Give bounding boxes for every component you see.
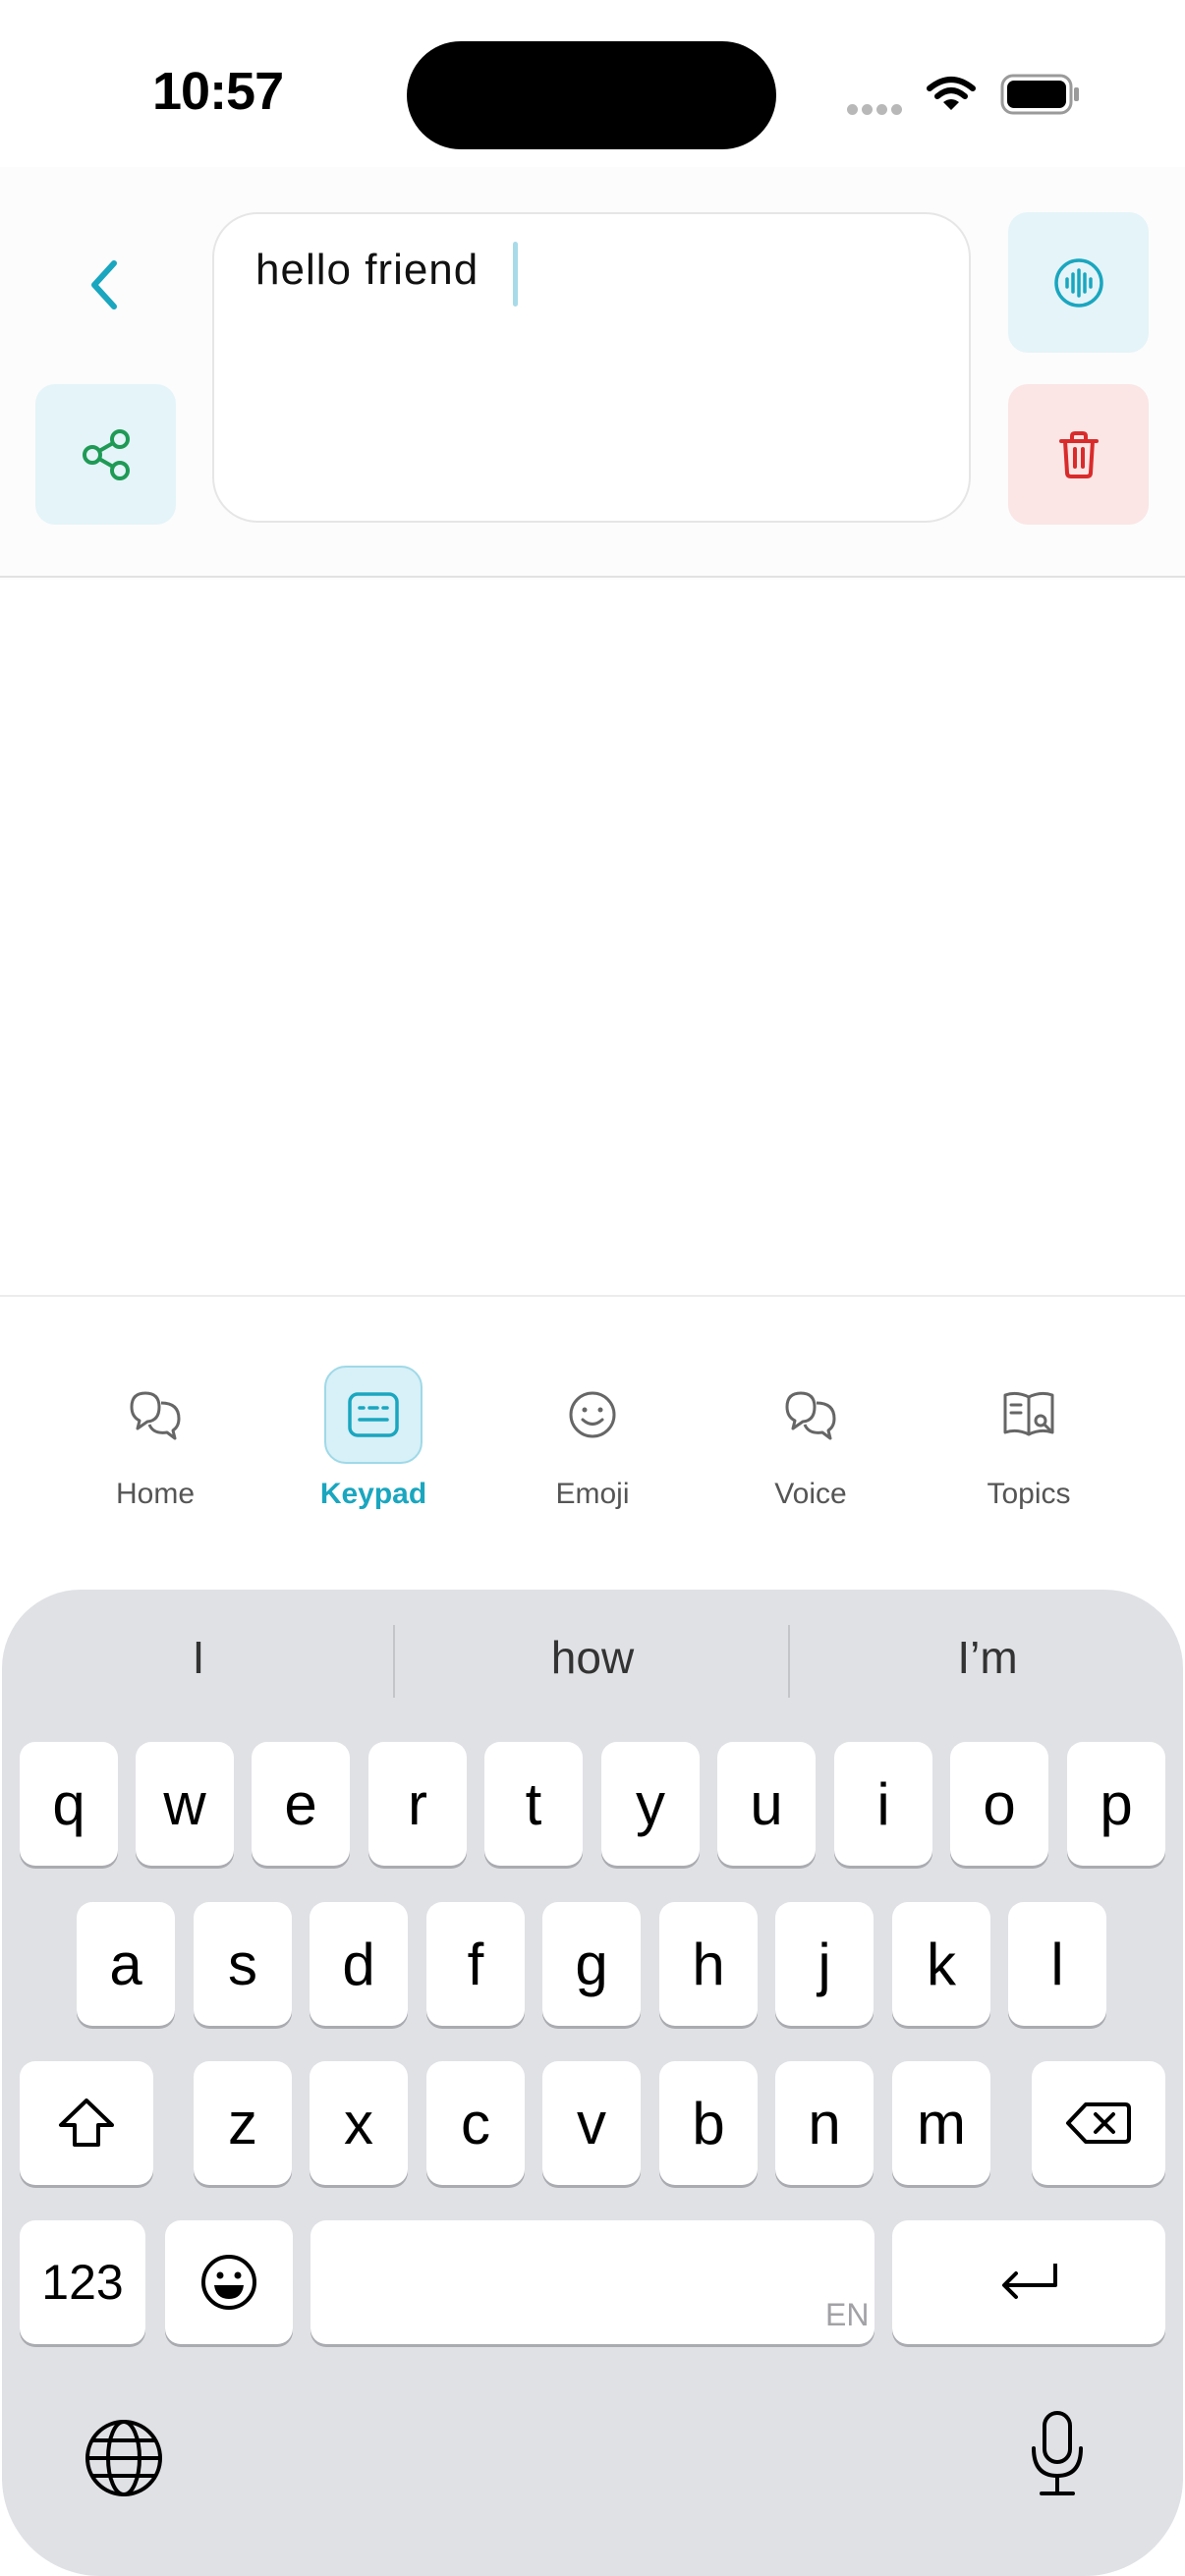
key-v[interactable]: v <box>542 2061 641 2185</box>
key-s[interactable]: s <box>194 1902 292 2026</box>
share-button[interactable] <box>35 384 176 525</box>
nav-voice[interactable]: Voice <box>722 1366 899 1511</box>
key-r[interactable]: r <box>368 1742 467 1866</box>
key-t[interactable]: t <box>484 1742 583 1866</box>
book-search-icon <box>980 1366 1078 1464</box>
key-d[interactable]: d <box>310 1902 408 2026</box>
backspace-icon <box>1066 2102 1131 2144</box>
key-l[interactable]: l <box>1008 1902 1106 2026</box>
language-indicator: EN <box>825 2297 870 2332</box>
content-divider <box>0 1295 1185 1297</box>
nav-home[interactable]: Home <box>67 1366 244 1511</box>
suggestion-2[interactable]: how <box>396 1631 789 1684</box>
key-u[interactable]: u <box>717 1742 816 1866</box>
key-w[interactable]: w <box>136 1742 234 1866</box>
wifi-icon <box>927 77 976 110</box>
space-key[interactable] <box>310 2220 875 2344</box>
shift-arrow-icon <box>59 2099 114 2147</box>
cellular-signal-icon <box>847 102 906 120</box>
key-i[interactable]: i <box>834 1742 932 1866</box>
nav-emoji-label: Emoji <box>555 1478 630 1510</box>
key-a[interactable]: a <box>77 1902 175 2026</box>
suggestion-3[interactable]: I’m <box>791 1631 1184 1684</box>
delete-button[interactable] <box>1008 384 1149 525</box>
key-b[interactable]: b <box>659 2061 758 2185</box>
key-m[interactable]: m <box>892 2061 990 2185</box>
key-y[interactable]: y <box>601 1742 700 1866</box>
suggestion-separator <box>788 1625 790 1698</box>
suggestion-separator <box>393 1625 395 1698</box>
dynamic-island <box>407 41 776 149</box>
emoji-key[interactable] <box>165 2220 293 2344</box>
key-g[interactable]: g <box>542 1902 641 2026</box>
key-x[interactable]: x <box>310 2061 408 2185</box>
microphone-icon[interactable] <box>1028 2409 1087 2499</box>
nav-topics[interactable]: Topics <box>940 1366 1117 1511</box>
key-n[interactable]: n <box>775 2061 874 2185</box>
trash-icon <box>1058 430 1099 478</box>
nav-emoji[interactable]: Emoji <box>504 1366 681 1511</box>
key-q[interactable]: q <box>20 1742 118 1866</box>
smiley-icon <box>543 1366 642 1464</box>
share-icon <box>82 428 130 480</box>
text-cursor <box>513 242 518 307</box>
key-c[interactable]: c <box>426 2061 525 2185</box>
key-e[interactable]: e <box>252 1742 350 1866</box>
globe-icon[interactable] <box>83 2417 165 2499</box>
battery-icon <box>1000 74 1079 115</box>
key-z[interactable]: z <box>194 2061 292 2185</box>
message-input-text: hello friend <box>255 246 480 294</box>
header-divider <box>0 576 1185 578</box>
nav-topics-label: Topics <box>987 1478 1071 1510</box>
back-button[interactable] <box>65 246 143 324</box>
nav-keypad-label: Keypad <box>319 1478 427 1510</box>
sound-wave-icon <box>1053 257 1103 308</box>
chevron-left-icon <box>91 260 117 309</box>
chat-bubbles-icon <box>106 1366 204 1464</box>
backspace-key[interactable] <box>1032 2061 1165 2185</box>
key-p[interactable]: p <box>1067 1742 1165 1866</box>
key-f[interactable]: f <box>426 1902 525 2026</box>
numbers-key[interactable]: 123 <box>20 2220 145 2344</box>
nav-keypad[interactable]: Keypad <box>285 1366 462 1511</box>
status-time: 10:57 <box>152 62 284 121</box>
return-arrow-icon <box>1002 2264 1057 2299</box>
key-j[interactable]: j <box>775 1902 874 2026</box>
nav-home-label: Home <box>115 1478 196 1510</box>
return-key[interactable] <box>892 2220 1165 2344</box>
keypad-icon <box>324 1366 423 1464</box>
chat-bubbles-icon <box>762 1366 860 1464</box>
emoji-smiley-icon <box>201 2255 256 2310</box>
key-h[interactable]: h <box>659 1902 758 2026</box>
voice-playback-button[interactable] <box>1008 212 1149 353</box>
key-k[interactable]: k <box>892 1902 990 2026</box>
key-o[interactable]: o <box>950 1742 1048 1866</box>
suggestion-1[interactable]: I <box>2 1631 395 1684</box>
shift-key[interactable] <box>20 2061 153 2185</box>
nav-voice-label: Voice <box>774 1478 847 1510</box>
